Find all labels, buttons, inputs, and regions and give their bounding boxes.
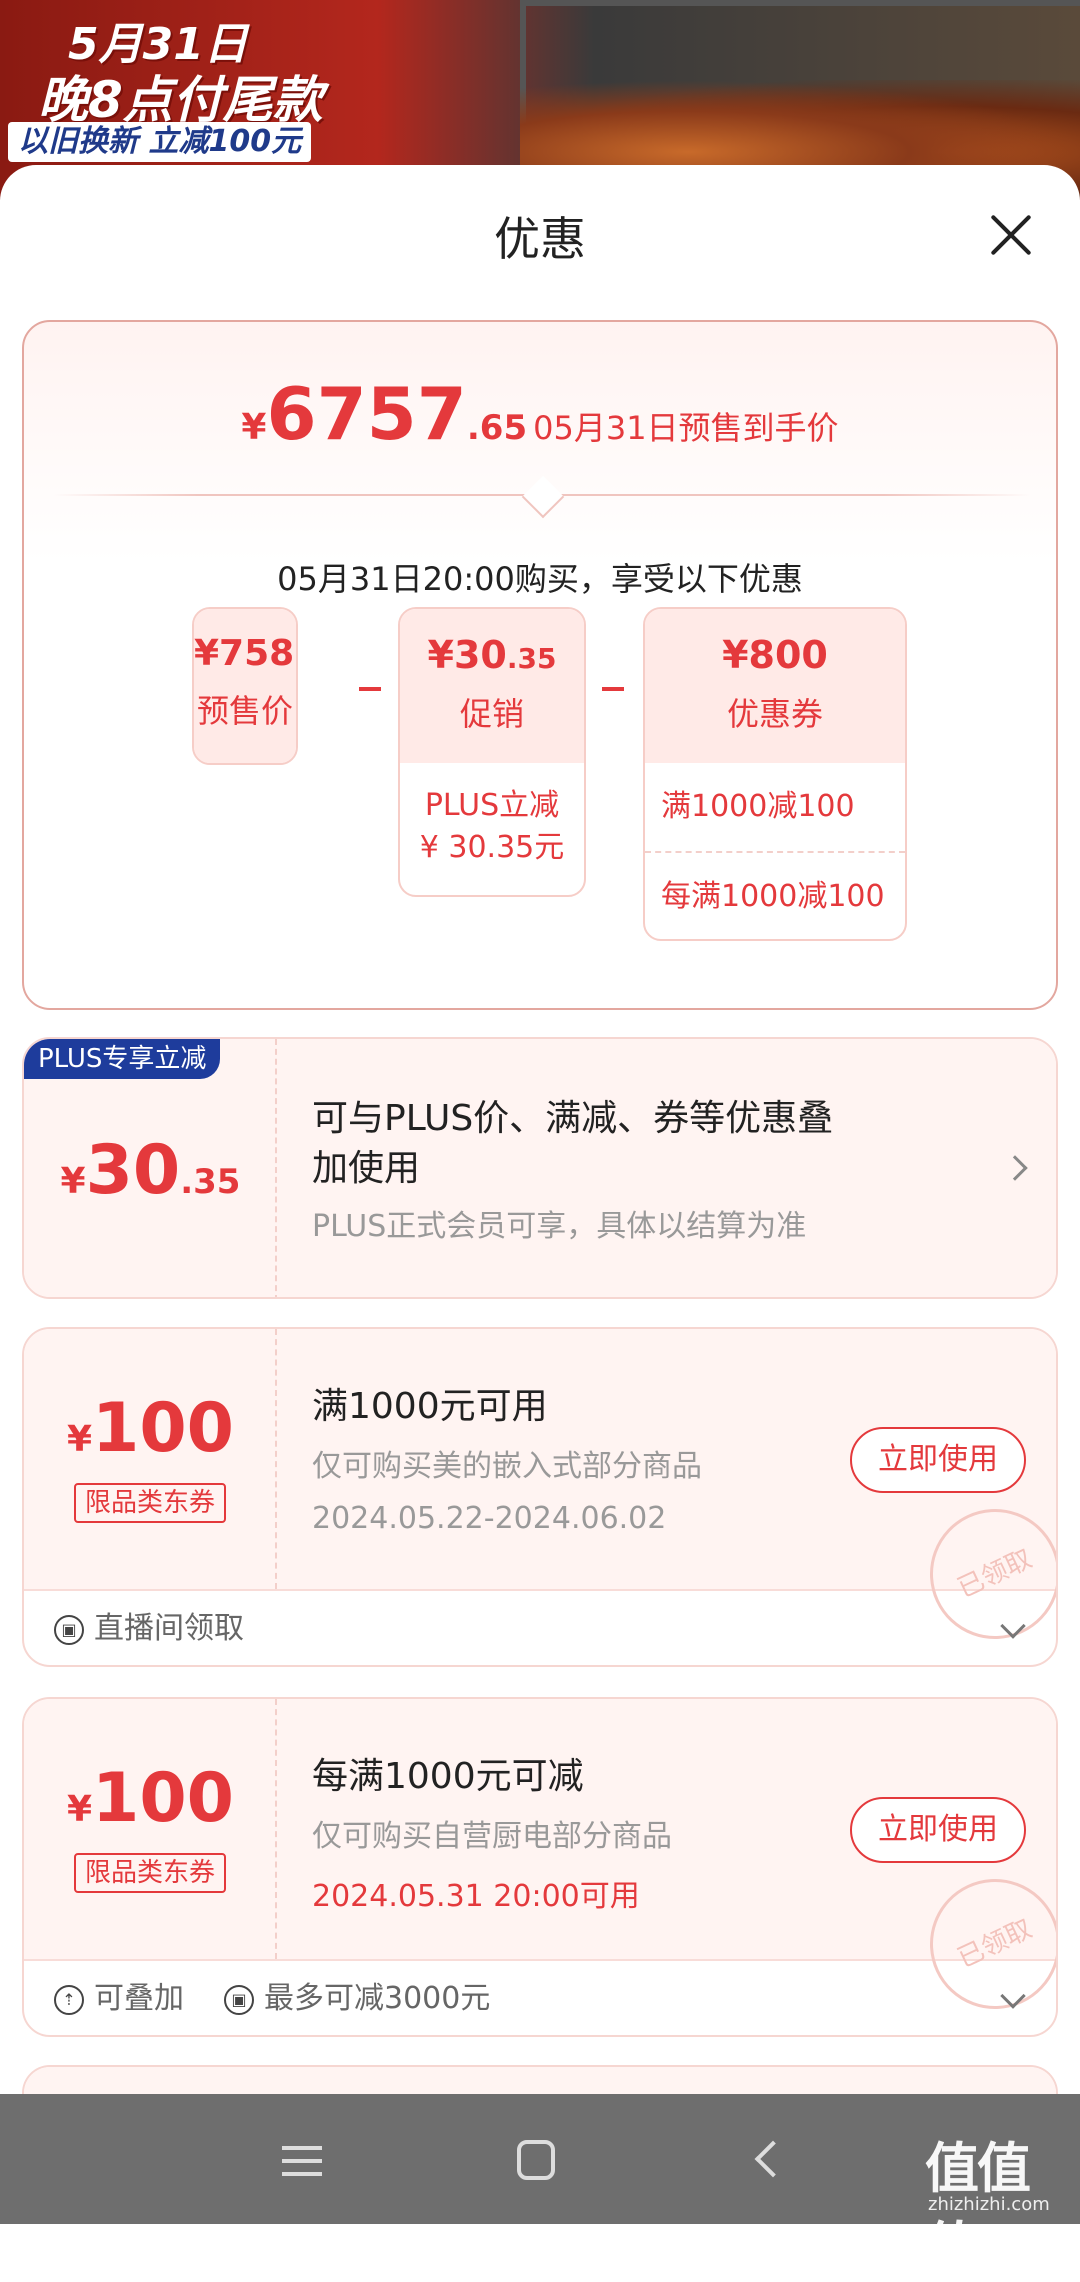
coupon-card: ¥800 优惠券 满1000减100 每满1000减100 — [643, 607, 907, 941]
coupon-rule-2: 每满1000减100 — [645, 851, 905, 939]
currency-symbol: ¥ — [241, 407, 267, 448]
plus-badge: PLUS专享立减 — [24, 1039, 221, 1079]
home-icon[interactable] — [517, 2140, 555, 2180]
coupon-amount: ¥100 — [66, 1389, 234, 1468]
coupon-item: ¥100 限品类东券 满1000元可用 仅可购买美的嵌入式部分商品 2024.0… — [22, 1327, 1058, 1667]
price-summary: ¥6757.65 05月31日预售到手价 05月31日20:00购买，享受以下优惠… — [22, 320, 1058, 1010]
footer-item: ⇡ 可叠加 — [54, 1961, 184, 2035]
coupon-validity: 2024.05.31 20:00可用 — [312, 1879, 640, 1914]
coupon-title: 每满1000元可减 — [312, 1756, 584, 1797]
final-price-integer: 6757 — [266, 372, 467, 456]
coupon-validity: 2024.05.22-2024.06.02 — [312, 1501, 667, 1536]
plus-title-line2: 加使用 — [312, 1148, 421, 1189]
promo-banner: 5月31日 晚8点付尾款 以旧换新 立减100元 — [8, 0, 328, 165]
coupon-amount: ¥800 — [722, 633, 828, 677]
plus-offer-row[interactable]: PLUS专享立减 ¥30.35 可与PLUS价、满减、券等优惠叠 加使用 PLU… — [22, 1037, 1058, 1299]
minus-sign — [602, 687, 624, 691]
coupon-type-tag: 限品类东券 — [74, 1853, 226, 1893]
ticket-icon: ▣ — [224, 1984, 254, 2015]
buy-note: 05月31日20:00购买，享受以下优惠 — [277, 560, 803, 598]
presale-amount: ¥7588 — [194, 633, 296, 674]
minus-sign — [359, 687, 381, 691]
final-price-label: 05月31日预售到手价 — [533, 409, 839, 447]
coupon-title: 满1000元可用 — [312, 1386, 548, 1427]
coupon-rule-1: 满1000减100 — [661, 789, 855, 824]
plus-title-line1: 可与PLUS价、满减、券等优惠叠 — [312, 1098, 834, 1139]
coupon-description: 仅可购买美的嵌入式部分商品 — [312, 1449, 702, 1484]
chevron-right-icon[interactable] — [1002, 1155, 1028, 1181]
coupon-footer[interactable]: ⇡ 可叠加 ▣ 最多可减3000元 — [24, 1961, 1056, 2035]
final-price: ¥6757.65 05月31日预售到手价 — [24, 372, 1056, 456]
promo-label: 促销 — [459, 695, 524, 733]
coupon-amount: ¥100 — [66, 1759, 234, 1838]
coupon-footer[interactable]: ▣ 直播间领取 — [24, 1591, 1056, 1665]
divider-notch — [521, 475, 565, 519]
discount-sheet: 优惠 ¥6757.65 05月31日预售到手价 05月31日20:00购买，享受以… — [0, 165, 1080, 2095]
presale-label: 预售价 — [196, 692, 293, 730]
banner-tagline: 以旧换新 立减100元 — [8, 122, 312, 162]
live-room-icon: ▣ — [54, 1614, 84, 1645]
watermark-url: zhizhizhi.com — [928, 2194, 1050, 2215]
footer-item: ▣ 直播间领取 — [54, 1591, 244, 1665]
stack-icon: ⇡ — [54, 1984, 84, 2015]
promo-detail: PLUS立减 ¥ 30.35元 — [419, 788, 565, 865]
footer-item: ▣ 最多可减3000元 — [224, 1961, 490, 2035]
chevron-down-icon[interactable] — [1000, 1983, 1026, 2009]
plus-note: PLUS正式会员可享，具体以结算为准 — [312, 1209, 807, 1244]
coupon-item-partial — [22, 2065, 1058, 2095]
promo-card: ¥30.35 促销 PLUS立减 ¥ 30.35元 — [398, 607, 586, 897]
use-now-button[interactable]: 立即使用 — [850, 1427, 1026, 1493]
recent-apps-icon[interactable] — [282, 2146, 322, 2176]
coupon-label: 优惠券 — [726, 695, 823, 733]
back-icon[interactable] — [754, 2140, 792, 2178]
presale-price-card: ¥7588 预售价 — [192, 607, 298, 765]
use-now-button[interactable]: 立即使用 — [850, 1797, 1026, 1863]
coupon-type-tag: 限品类东券 — [74, 1483, 226, 1523]
coupon-description: 仅可购买自营厨电部分商品 — [312, 1819, 672, 1854]
final-price-decimal: .65 — [466, 408, 528, 448]
coupon-item: ¥100 限品类东券 每满1000元可减 仅可购买自营厨电部分商品 2024.0… — [22, 1697, 1058, 2037]
close-icon[interactable] — [980, 205, 1040, 265]
promo-amount: ¥30.35 — [427, 633, 557, 677]
plus-amount: ¥30.35 — [60, 1131, 241, 1210]
sheet-title: 优惠 — [494, 212, 586, 266]
chevron-down-icon[interactable] — [1000, 1613, 1026, 1639]
system-nav-bar: 值值值 zhizhizhi.com — [0, 2094, 1080, 2279]
